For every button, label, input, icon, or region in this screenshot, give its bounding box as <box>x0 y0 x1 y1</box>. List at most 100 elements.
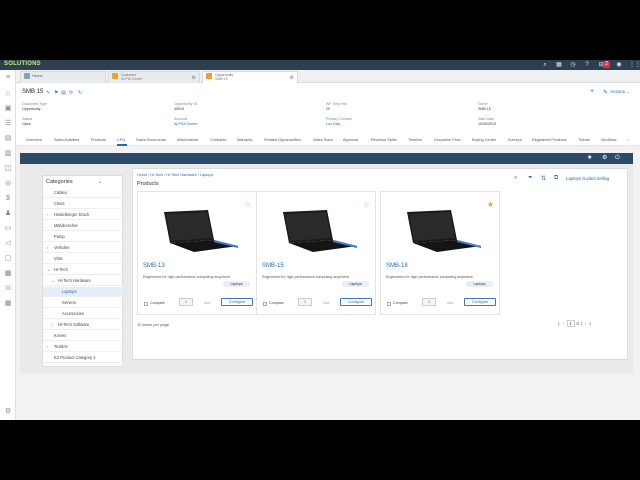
favorite-star-icon[interactable]: ☆ <box>244 201 251 209</box>
star-icon[interactable]: ★ <box>587 155 592 162</box>
category-item[interactable]: › Hi-Tech Software <box>43 320 123 330</box>
section-buying-center[interactable]: Buying Center <box>472 138 496 142</box>
menu-icon[interactable]: ⋮⋮ <box>629 61 640 69</box>
product-name[interactable]: SMB-13 <box>143 263 165 269</box>
category-item[interactable]: Laptops <box>43 287 123 297</box>
category-item[interactable]: ⌄ Hi-Tech Hardware <box>43 276 123 286</box>
section-sales-activities[interactable]: Sales Activities <box>54 138 79 142</box>
product-card[interactable]: ☆ SMB-13 Engineered for high-performance c… <box>137 191 257 315</box>
chevron-right-icon[interactable]: › <box>47 342 48 352</box>
category-item[interactable]: › Textiles <box>43 342 123 352</box>
quantity-input[interactable]: 1 <box>422 298 436 306</box>
next-page-icon[interactable]: › <box>585 321 586 326</box>
search-icon[interactable]: ⌕ <box>514 175 517 182</box>
folder-icon[interactable]: ▭ <box>4 225 12 233</box>
add-button[interactable]: Add <box>447 301 453 305</box>
first-page-icon[interactable]: |‹ <box>558 321 560 326</box>
chevron-right-icon[interactable]: › <box>627 138 628 142</box>
tab-opportunity[interactable]: Opportunity SMB-15 ⚙ <box>202 71 298 83</box>
configure-button[interactable]: Configure <box>464 298 496 306</box>
filter-icon[interactable]: ⏷ <box>528 175 533 182</box>
category-item[interactable]: Servers <box>43 298 123 308</box>
section-workflow[interactable]: Workflow <box>601 138 617 142</box>
category-item[interactable]: Pump <box>43 232 123 242</box>
globe-icon[interactable]: ◎ <box>4 180 12 188</box>
contact-link[interactable]: Lou Daly <box>326 122 340 126</box>
section-sales-documents[interactable]: Sales Documents <box>136 138 166 142</box>
category-item[interactable]: Cables <box>43 188 123 198</box>
category-item[interactable]: Accessories <box>43 309 123 319</box>
section-tickets[interactable]: Tickets <box>578 138 590 142</box>
section-registered-products[interactable]: Registered Products <box>532 138 566 142</box>
category-item[interactable]: Cleva <box>43 199 123 209</box>
favorite-star-icon[interactable]: ☆ <box>363 201 370 209</box>
section-related-opportunities[interactable]: Related Opportunities <box>264 138 301 142</box>
section-contracts[interactable]: Contracts <box>210 138 226 142</box>
section-attachments[interactable]: Attachments <box>177 138 198 142</box>
phone-icon[interactable]: ☏ <box>4 285 13 293</box>
category-item[interactable]: Knives <box>43 331 123 341</box>
add-icon[interactable]: + <box>590 88 594 95</box>
breadcrumb[interactable]: Home / Hi-Tech / Hi-Tech Hardware / Lapt… <box>137 173 213 177</box>
refresh-icon[interactable]: ⟳ <box>69 90 73 96</box>
inbox-icon[interactable]: ▢ <box>4 255 12 263</box>
share-icon[interactable]: ▤ <box>61 90 66 96</box>
tab-home[interactable]: Home <box>20 71 106 83</box>
category-item[interactable]: E2 Product Category 1 <box>43 353 123 363</box>
product-card[interactable]: ★ SMB-18 Engineered for high-performance c… <box>380 191 500 315</box>
gear-icon[interactable]: ⚙ <box>602 155 607 162</box>
megaphone-icon[interactable]: ◁ <box>4 240 12 248</box>
chevron-right-icon[interactable]: › <box>51 320 52 330</box>
compare-checkbox[interactable] <box>387 302 391 306</box>
section-timeline[interactable]: Timeline <box>408 138 422 142</box>
money-icon[interactable]: $ <box>4 195 12 203</box>
product-name[interactable]: SMB-18 <box>386 263 408 269</box>
section-overview[interactable]: Overview <box>26 138 42 142</box>
compare-checkbox[interactable] <box>144 302 148 306</box>
close-icon[interactable]: ⚙ <box>290 75 294 81</box>
category-item[interactable]: › Vehicles <box>43 243 123 253</box>
chart-icon[interactable]: ▥ <box>4 150 12 158</box>
document-icon[interactable]: ▤ <box>4 135 12 143</box>
section-revenue-splits[interactable]: Revenue Splits <box>371 138 397 142</box>
close-icon[interactable]: ⚙ <box>192 75 196 81</box>
help-icon[interactable]: ? <box>583 61 591 69</box>
add-button[interactable]: Add <box>323 301 329 305</box>
bookmark-icon[interactable]: ⚑ <box>54 90 58 96</box>
edit-icon[interactable]: ✎ <box>603 89 608 96</box>
search-icon[interactable]: ⌕ <box>541 61 549 69</box>
compare-checkbox[interactable] <box>263 302 267 306</box>
home-icon[interactable]: ⌂ <box>4 90 12 98</box>
product-card[interactable]: ☆ SMB-15 Engineered for high-performance c… <box>256 191 376 315</box>
power-icon[interactable]: ⏻ <box>615 155 620 162</box>
history-icon[interactable]: ◷ <box>569 61 577 69</box>
items-per-page[interactable]: 10 items per page <box>137 322 169 327</box>
category-item[interactable]: Mähdrescher <box>43 221 123 231</box>
category-item[interactable]: › Heidelberger Druck <box>43 210 123 220</box>
tab-customer[interactable]: Customer SLPW Center ⚙ <box>108 71 200 83</box>
actions-menu[interactable]: Actions ⌄ <box>610 89 630 95</box>
sync-icon[interactable]: ↻ <box>78 90 82 96</box>
sort-icon[interactable]: ⇅ <box>541 175 546 182</box>
quantity-input[interactable]: 1 <box>179 298 193 306</box>
quantity-input[interactable]: 1 <box>298 298 312 306</box>
page-input[interactable]: 1 <box>566 320 575 327</box>
section-surveys[interactable]: Surveys <box>508 138 522 142</box>
add-button[interactable]: Add <box>204 301 210 305</box>
section-approval[interactable]: Approval <box>343 138 358 142</box>
product-name[interactable]: SMB-15 <box>262 263 284 269</box>
chevron-right-icon[interactable]: › <box>47 210 48 220</box>
guided-selling-link[interactable]: Laptops Guided Selling <box>566 176 609 181</box>
category-item[interactable]: Vitra <box>43 254 123 264</box>
section-warranty[interactable]: Warranty <box>237 138 252 142</box>
contacts-icon[interactable]: ☰ <box>4 120 12 128</box>
category-item[interactable]: ⌄ Hi-Tech <box>43 265 123 275</box>
section-sales-team[interactable]: Sales Team <box>313 138 333 142</box>
chevron-down-icon[interactable]: ⌄ <box>98 179 102 185</box>
section-cpq[interactable]: CPQ <box>117 138 125 142</box>
calendar-icon[interactable]: ▣ <box>4 105 12 113</box>
chevron-down-icon[interactable]: ⌄ <box>51 276 54 286</box>
grid-icon[interactable]: ▦ <box>555 61 563 69</box>
chevron-down-icon[interactable]: ⌄ <box>47 265 50 275</box>
report-icon[interactable]: ▦ <box>4 300 12 308</box>
